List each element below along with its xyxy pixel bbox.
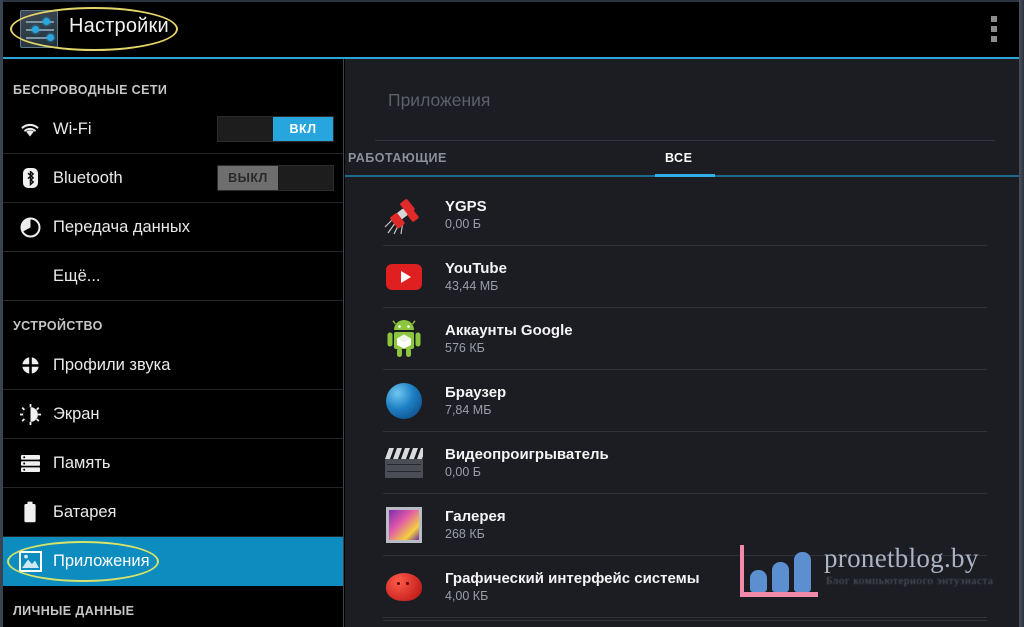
window-right-edge [1019, 0, 1024, 627]
youtube-icon [383, 256, 425, 298]
data-usage-icon [13, 217, 47, 238]
bluetooth-toggle[interactable]: ВЫКЛ [217, 165, 334, 191]
tab-running[interactable]: РАБОТАЮЩИЕ [348, 151, 447, 165]
wifi-toggle-label: ВКЛ [273, 117, 333, 141]
watermark-name: pronetblog.by [824, 543, 979, 574]
list-item[interactable]: YouTube 43,44 МБ [345, 246, 1019, 308]
app-size: 4,00 КБ [445, 588, 700, 605]
bar-chart-logo [740, 545, 818, 597]
overflow-menu-icon[interactable] [991, 16, 997, 42]
tab-all[interactable]: ВСЕ [665, 151, 692, 165]
app-size: 0,00 Б [445, 464, 609, 481]
bluetooth-icon [13, 167, 47, 189]
sidebar-item-label: Передача данных [47, 218, 190, 237]
app-size: 268 КБ [445, 526, 506, 543]
action-bar: Настройки [3, 2, 1019, 54]
app-name: Галерея [445, 507, 506, 526]
sidebar-item-display[interactable]: Экран [3, 390, 343, 439]
sidebar-item-label: Экран [47, 405, 100, 424]
app-name: Аккаунты Google [445, 321, 573, 340]
app-name: Браузер [445, 383, 506, 402]
apps-annotation-ellipse [7, 541, 159, 582]
list-item[interactable]: Видеопроигрыватель 0,00 Б [345, 432, 1019, 494]
list-item[interactable]: YGPS 0,00 Б [345, 184, 1019, 246]
panel-title-divider [375, 140, 995, 141]
bluetooth-toggle-label: ВЫКЛ [218, 166, 278, 190]
sidebar-item-label: Память [47, 454, 110, 473]
app-size: 0,00 Б [445, 216, 487, 233]
storage-icon [13, 454, 47, 473]
panel-title: Приложения [388, 90, 490, 111]
app-name: Видеопроигрыватель [445, 445, 609, 464]
sidebar-item-data-usage[interactable]: Передача данных [3, 203, 343, 252]
page-title: Настройки [69, 15, 169, 38]
list-bottom-divider [383, 620, 987, 621]
sidebar-item-label: Bluetooth [47, 169, 123, 188]
system-ui-icon [383, 566, 425, 608]
battery-icon [13, 501, 47, 523]
list-item[interactable]: Аккаунты Google 576 КБ [345, 308, 1019, 370]
active-tab-indicator [655, 174, 715, 177]
app-size: 43,44 МБ [445, 278, 507, 295]
satellite-icon [383, 194, 425, 236]
settings-sidebar: БЕСПРОВОДНЫЕ СЕТИ Wi-Fi ВКЛ [3, 59, 344, 627]
sidebar-item-bluetooth[interactable]: Bluetooth ВЫКЛ [3, 154, 343, 203]
sidebar-item-battery[interactable]: Батарея [3, 488, 343, 537]
sidebar-item-sound-profiles[interactable]: Профили звука [3, 341, 343, 390]
watermark-subtitle: Блог компьютерного энтузиаста [826, 575, 994, 587]
sidebar-item-storage[interactable]: Память [3, 439, 343, 488]
wifi-icon [13, 121, 47, 138]
app-size: 576 КБ [445, 340, 573, 357]
sidebar-item-label: Профили звука [47, 356, 170, 375]
app-size: 7,84 МБ [445, 402, 506, 419]
wifi-toggle[interactable]: ВКЛ [217, 116, 334, 142]
sidebar-section-device: УСТРОЙСТВО [3, 301, 343, 341]
sidebar-item-label: Батарея [47, 503, 116, 522]
sidebar-section-personal: ЛИЧНЫЕ ДАННЫЕ [3, 586, 343, 626]
video-clapperboard-icon [383, 442, 425, 484]
sidebar-item-wifi[interactable]: Wi-Fi ВКЛ [3, 105, 343, 154]
sidebar-item-label: Wi-Fi [47, 120, 91, 139]
settings-sliders-icon [20, 10, 58, 48]
display-brightness-icon [13, 404, 47, 425]
android-robot-icon [383, 318, 425, 360]
app-name: YGPS [445, 197, 487, 216]
list-item[interactable]: Браузер 7,84 МБ [345, 370, 1019, 432]
app-name: Графический интерфейс системы [445, 569, 700, 588]
sidebar-item-more[interactable]: Ещё... [3, 252, 343, 301]
sidebar-item-label: Ещё... [13, 267, 101, 286]
gallery-icon [383, 504, 425, 546]
sidebar-item-apps[interactable]: Приложения [3, 537, 343, 586]
app-name: YouTube [445, 259, 507, 278]
apps-tabs: РАБОТАЮЩИЕ ВСЕ [345, 145, 1019, 181]
browser-globe-icon [383, 380, 425, 422]
apps-panel: Приложения РАБОТАЮЩИЕ ВСЕ [345, 59, 1019, 627]
watermark: pronetblog.by Блог компьютерного энтузиа… [740, 541, 1002, 603]
sidebar-section-wireless: БЕСПРОВОДНЫЕ СЕТИ [3, 59, 343, 105]
sound-profiles-icon [13, 355, 47, 376]
settings-screen: Настройки БЕСПРОВОДНЫЕ СЕТИ Wi-Fi ВКЛ [0, 0, 1024, 627]
